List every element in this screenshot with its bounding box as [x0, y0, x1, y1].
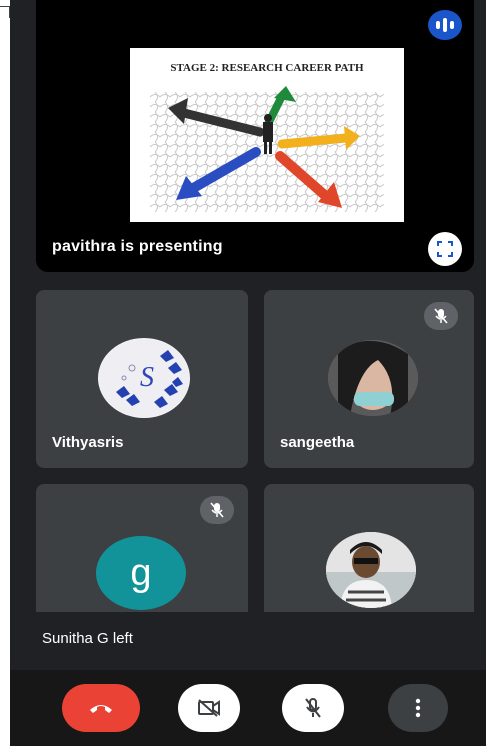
avatar: S	[98, 338, 190, 418]
participant-tile[interactable]	[264, 484, 474, 612]
more-vertical-icon	[415, 698, 421, 718]
audio-level-icon	[428, 10, 462, 40]
career-path-arrows-image	[150, 86, 384, 212]
participant-tile-vithyasris[interactable]: S Vithyasris	[36, 290, 248, 468]
profile-photo	[326, 532, 416, 608]
fullscreen-icon	[437, 241, 453, 257]
shared-slide: STAGE 2: RESEARCH CAREER PATH	[130, 48, 404, 222]
slide-title: STAGE 2: RESEARCH CAREER PATH	[170, 62, 364, 74]
mic-off-icon	[434, 308, 448, 324]
meeting-screen: STAGE 2: RESEARCH CAREER PATH pavithra i…	[10, 0, 486, 746]
participant-name: Vithyasris	[52, 434, 124, 451]
participant-left-notice: Sunitha G left	[42, 630, 133, 647]
presentation-tile[interactable]: STAGE 2: RESEARCH CAREER PATH pavithra i…	[36, 0, 474, 272]
presenter-label: pavithra is presenting	[52, 238, 223, 255]
phone-hangup-icon	[90, 705, 112, 713]
call-controls-bar	[10, 670, 486, 746]
window-corner	[0, 6, 10, 18]
avatar	[328, 340, 418, 416]
end-call-button[interactable]	[62, 684, 140, 732]
participant-name: sangeetha	[280, 434, 355, 451]
mic-muted-badge	[424, 302, 458, 330]
camera-off-icon	[198, 699, 220, 717]
mic-toggle-button[interactable]	[282, 684, 344, 732]
participant-tile-g[interactable]: g	[36, 484, 248, 612]
fullscreen-button[interactable]	[428, 232, 462, 266]
profile-photo	[328, 340, 418, 416]
participant-tile-sangeetha[interactable]: sangeetha	[264, 290, 474, 468]
mic-muted-badge	[200, 496, 234, 524]
svg-text:S: S	[140, 362, 154, 393]
more-options-button[interactable]	[388, 684, 448, 732]
butterfly-avatar-image: S	[99, 339, 189, 417]
camera-toggle-button[interactable]	[178, 684, 240, 732]
avatar: g	[96, 536, 186, 610]
mic-off-icon	[210, 502, 224, 518]
mic-off-icon	[305, 698, 321, 718]
avatar	[326, 532, 416, 608]
